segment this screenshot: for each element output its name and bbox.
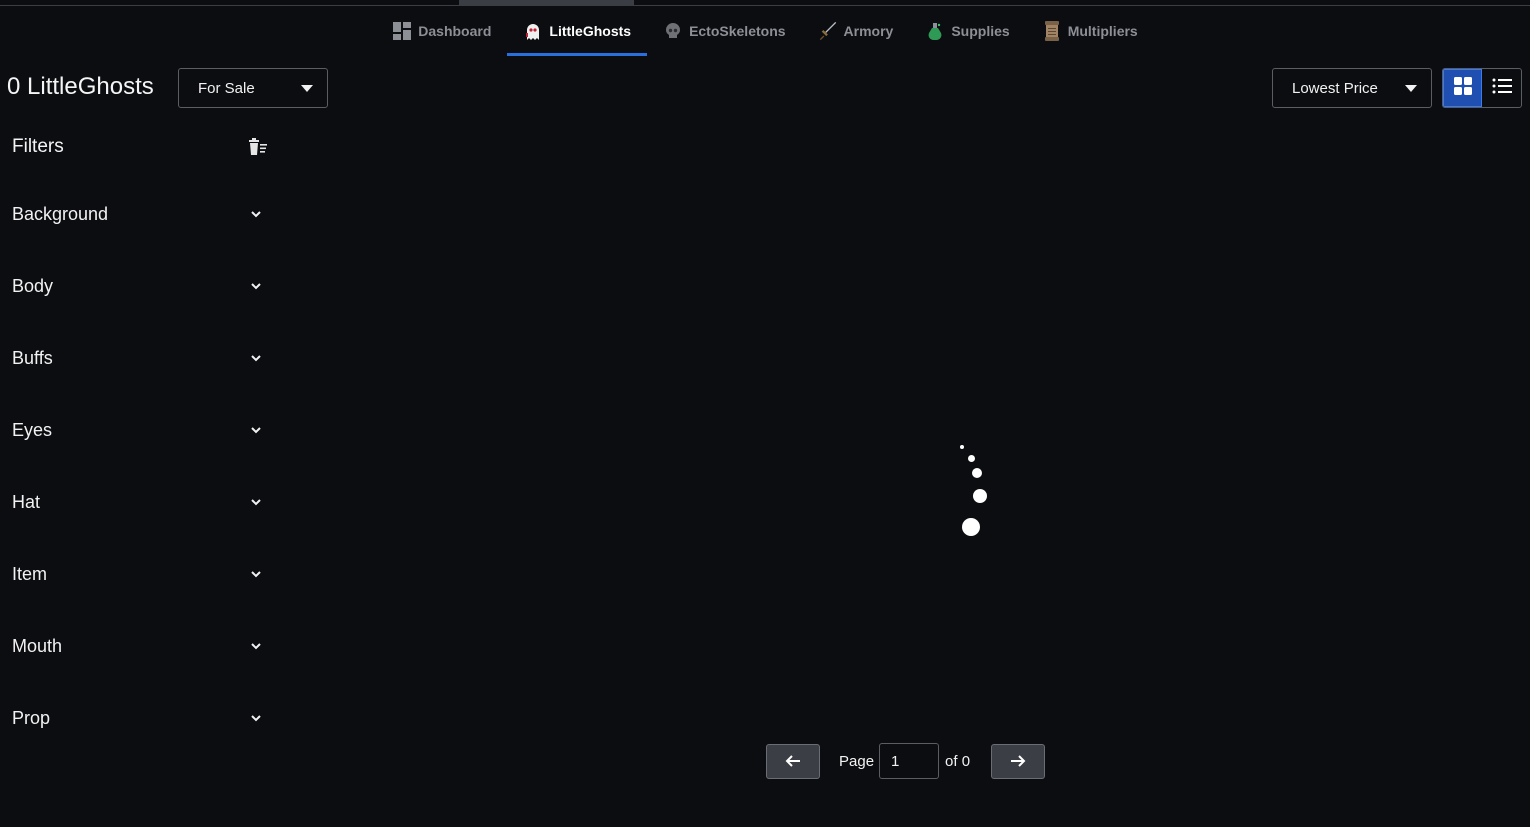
page-label: Page <box>839 752 875 770</box>
arrow-right-icon <box>1011 755 1026 767</box>
spinner-dot <box>960 445 964 449</box>
chevron-down-icon <box>251 571 261 578</box>
page-total-label: of 0 <box>945 752 971 770</box>
spinner-dot <box>968 455 975 462</box>
skull-icon <box>663 21 683 41</box>
top-highlight <box>459 0 634 5</box>
clear-filters-button[interactable] <box>248 138 268 156</box>
tab-ectoskeletons[interactable]: EctoSkeletons <box>647 6 801 56</box>
filter-label: Item <box>12 563 48 584</box>
sort-value: Lowest Price <box>1292 79 1378 97</box>
chevron-down-icon <box>251 715 261 722</box>
view-mode-toggle <box>1442 68 1522 108</box>
chevron-down-icon <box>251 427 261 434</box>
filter-background[interactable]: Background <box>0 178 275 250</box>
filter-label: Buffs <box>12 347 53 368</box>
page-number-input[interactable] <box>879 743 940 779</box>
scroll-icon <box>1042 21 1062 41</box>
grid-view-button[interactable] <box>1443 69 1483 107</box>
spinner-dot <box>973 489 987 503</box>
tab-label: Supplies <box>951 23 1010 39</box>
chevron-down-icon <box>251 643 261 650</box>
filter-label: Body <box>12 275 54 296</box>
status-filter-select[interactable]: For Sale <box>178 68 328 108</box>
sword-icon <box>818 21 838 41</box>
loading-spinner <box>950 440 1000 540</box>
filter-label: Mouth <box>12 635 63 656</box>
filter-hat[interactable]: Hat <box>0 466 275 538</box>
grid-icon <box>1453 76 1472 100</box>
tab-armory[interactable]: Armory <box>802 6 910 56</box>
list-view-button[interactable] <box>1482 69 1521 107</box>
caret-down-icon <box>1405 84 1417 92</box>
filter-body[interactable]: Body <box>0 250 275 322</box>
dashboard-icon <box>392 21 412 41</box>
status-filter-value: For Sale <box>198 79 255 97</box>
pagination: Page of 0 <box>766 743 1046 779</box>
filter-category-list: Background Body Buffs Eyes Hat Item Mout… <box>0 178 275 754</box>
main-nav-tabs: Dashboard LittleGhosts EctoSkeletons Arm… <box>0 6 1530 56</box>
tab-label: LittleGhosts <box>549 23 632 39</box>
filter-buffs[interactable]: Buffs <box>0 322 275 394</box>
spinner-dot <box>972 468 982 478</box>
tab-dashboard[interactable]: Dashboard <box>376 6 507 56</box>
filter-label: Prop <box>12 707 51 728</box>
list-icon <box>1492 78 1512 99</box>
arrow-left-icon <box>785 755 800 767</box>
ghost-icon <box>523 21 543 41</box>
filter-label: Background <box>12 203 109 224</box>
filter-prop[interactable]: Prop <box>0 682 275 754</box>
tab-label: Multipliers <box>1067 23 1138 39</box>
filter-eyes[interactable]: Eyes <box>0 394 275 466</box>
chevron-down-icon <box>251 499 261 506</box>
prev-page-button[interactable] <box>766 743 820 779</box>
trash-filter-icon <box>248 138 268 160</box>
filter-label: Eyes <box>12 419 53 440</box>
filter-mouth[interactable]: Mouth <box>0 610 275 682</box>
filters-heading: Filters <box>12 136 64 157</box>
filter-label: Hat <box>12 491 41 512</box>
spinner-dot <box>962 518 980 536</box>
tab-label: EctoSkeletons <box>689 23 786 39</box>
next-page-button[interactable] <box>991 743 1046 779</box>
caret-down-icon <box>301 84 313 92</box>
tab-label: Armory <box>843 23 894 39</box>
sort-select[interactable]: Lowest Price <box>1272 68 1432 108</box>
potion-icon <box>925 21 945 41</box>
tab-supplies[interactable]: Supplies <box>909 6 1025 56</box>
tab-multipliers[interactable]: Multipliers <box>1026 6 1154 56</box>
filter-item[interactable]: Item <box>0 538 275 610</box>
chevron-down-icon <box>251 211 261 218</box>
chevron-down-icon <box>251 283 261 290</box>
tab-littleghosts[interactable]: LittleGhosts <box>507 6 647 56</box>
tab-label: Dashboard <box>418 23 492 39</box>
page-title: 0 LittleGhosts <box>7 73 154 100</box>
chevron-down-icon <box>251 355 261 362</box>
